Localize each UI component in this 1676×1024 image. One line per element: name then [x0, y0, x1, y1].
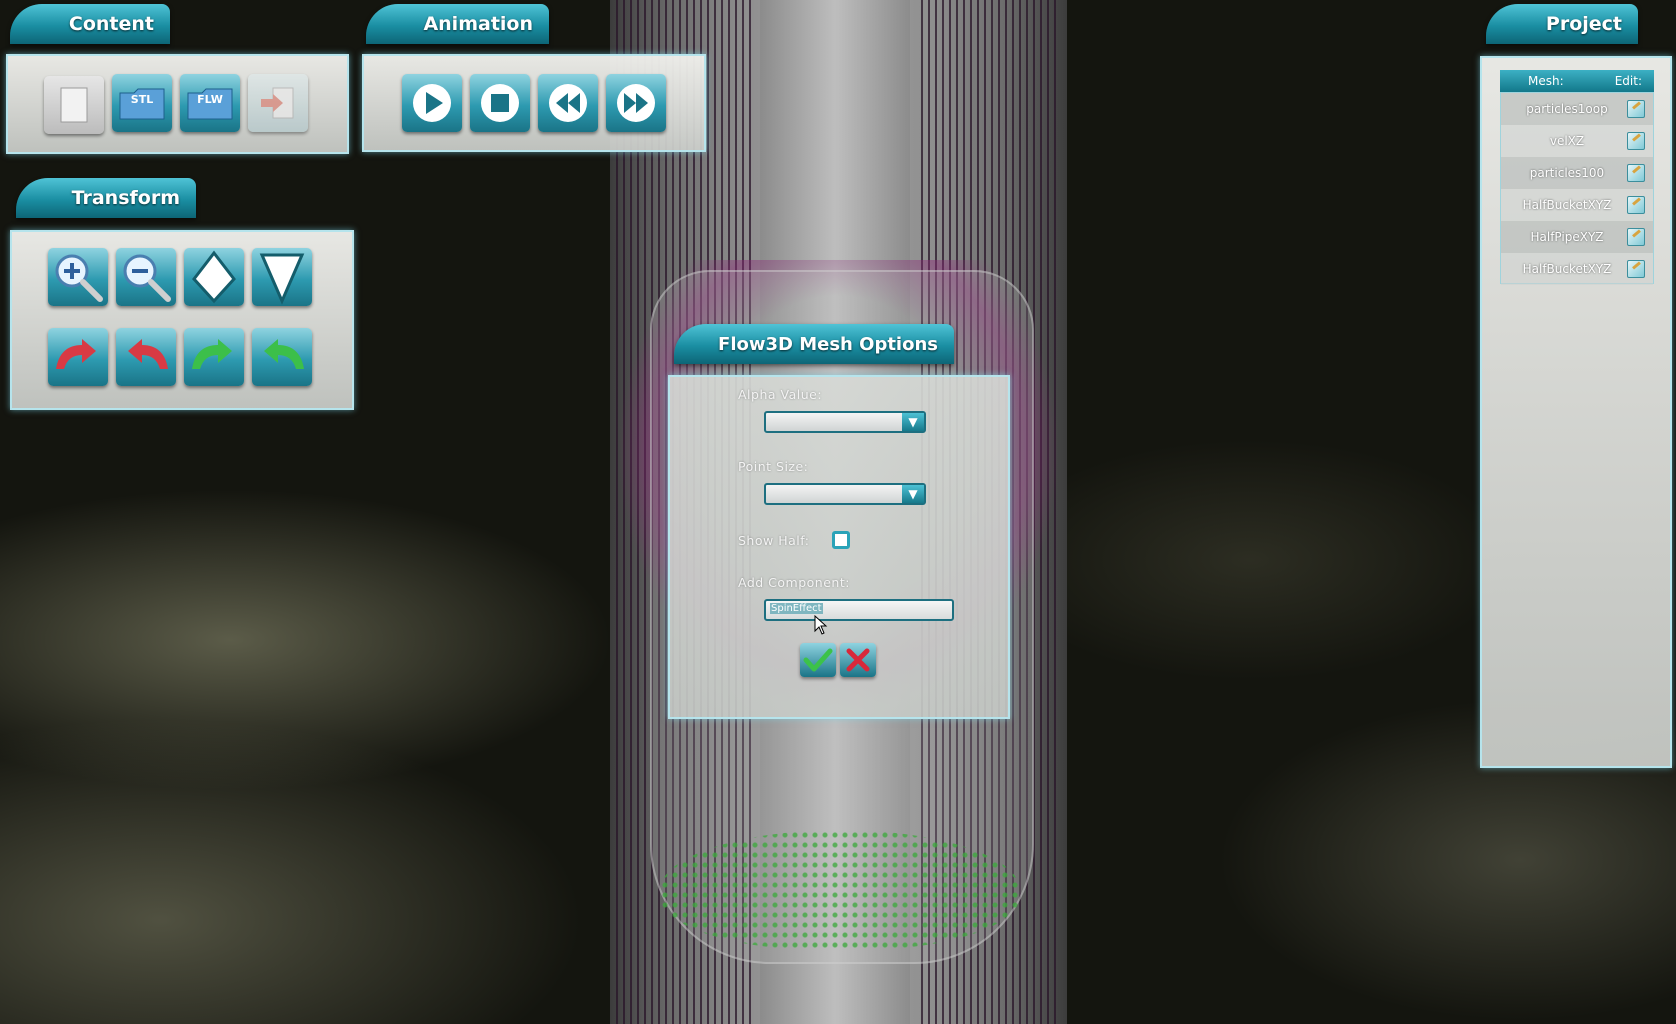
new-content-button[interactable] [44, 76, 104, 134]
zoom-in-button[interactable] [48, 248, 108, 306]
transform-panel [10, 230, 354, 410]
project-list-header: Mesh: Edit: [1500, 70, 1654, 92]
play-icon [413, 84, 451, 122]
rotate-right-red-button[interactable] [116, 328, 176, 386]
stop-button[interactable] [470, 74, 530, 132]
rewind-icon [549, 84, 587, 122]
fast-forward-button[interactable] [606, 74, 666, 132]
add-component-input[interactable]: SpinEffect [764, 599, 954, 621]
content-panel: STL FLW [6, 54, 349, 154]
mesh-name: HalfBucketXYZ [1522, 198, 1612, 212]
mesh-options-dialog: Alpha Value: ▼ Point Size: ▼ Show Half: … [668, 375, 1010, 719]
particle-cloud [660, 830, 1020, 950]
rewind-button[interactable] [538, 74, 598, 132]
alpha-value-label: Alpha Value: [738, 387, 823, 402]
content-panel-tab[interactable]: Content [10, 4, 170, 44]
edit-icon[interactable] [1627, 196, 1645, 214]
show-half-label: Show Half: [738, 533, 810, 548]
cancel-button[interactable] [840, 643, 876, 677]
rotate-left-green-button[interactable] [184, 328, 244, 386]
zoom-in-icon [55, 254, 103, 302]
confirm-button[interactable] [800, 643, 836, 677]
export-button[interactable] [248, 74, 308, 132]
edit-icon[interactable] [1627, 260, 1645, 278]
mouse-cursor-icon [814, 615, 828, 635]
transform-panel-tab[interactable]: Transform [16, 178, 196, 218]
rotate-left-red-icon [56, 339, 96, 369]
animation-panel [362, 54, 706, 152]
edit-icon[interactable] [1627, 100, 1645, 118]
check-icon [803, 648, 833, 672]
open-stl-folder-icon: STL [119, 88, 165, 120]
mesh-name: HalfBucketXYZ [1522, 262, 1612, 276]
point-size-dropdown[interactable]: ▼ [764, 483, 926, 505]
add-component-label: Add Component: [738, 575, 850, 590]
edit-icon[interactable] [1627, 132, 1645, 150]
export-icon [261, 87, 294, 119]
stl-label: STL [131, 93, 153, 106]
mesh-list-item[interactable]: HalfPipeXYZ [1501, 221, 1653, 253]
animation-panel-tab[interactable]: Animation [366, 4, 549, 44]
mesh-list-item[interactable]: HalfBucketXYZ [1501, 253, 1653, 285]
mesh-list: particles1oop velXZ particles100 HalfBuc… [1500, 92, 1654, 285]
edit-column-header: Edit: [1614, 74, 1642, 88]
move-down-button[interactable] [252, 248, 312, 306]
point-size-label: Point Size: [738, 459, 809, 474]
new-file-icon [60, 87, 88, 123]
project-panel-tab[interactable]: Project [1486, 4, 1638, 44]
mesh-name: HalfPipeXYZ [1530, 230, 1604, 244]
mesh-list-item[interactable]: particles1oop [1501, 93, 1653, 125]
zoom-out-button[interactable] [116, 248, 176, 306]
project-panel: Mesh: Edit: particles1oop velXZ particle… [1480, 56, 1672, 768]
close-icon [846, 648, 870, 672]
rotate-right-red-icon [128, 339, 168, 369]
chevron-down-icon[interactable]: ▼ [902, 485, 924, 503]
edit-icon[interactable] [1627, 228, 1645, 246]
show-half-checkbox[interactable] [832, 531, 850, 549]
stop-icon [481, 84, 519, 122]
mesh-name: particles100 [1529, 166, 1605, 180]
rotate-left-red-button[interactable] [48, 328, 108, 386]
move-up-button[interactable] [184, 248, 244, 306]
move-down-icon [259, 253, 305, 305]
fast-forward-icon [617, 84, 655, 122]
flw-label: FLW [197, 93, 223, 106]
mesh-options-dialog-tab[interactable]: Flow3D Mesh Options [674, 324, 954, 364]
rotate-right-green-icon [264, 339, 304, 369]
play-button[interactable] [402, 74, 462, 132]
mesh-list-item[interactable]: velXZ [1501, 125, 1653, 157]
load-stl-button[interactable]: STL [112, 74, 172, 132]
mesh-name: velXZ [1549, 134, 1585, 148]
alpha-value-dropdown[interactable]: ▼ [764, 411, 926, 433]
zoom-out-icon [123, 254, 171, 302]
mesh-list-item[interactable]: particles100 [1501, 157, 1653, 189]
mesh-list-item[interactable]: HalfBucketXYZ [1501, 189, 1653, 221]
mesh-column-header: Mesh: [1528, 74, 1564, 88]
move-up-icon [192, 250, 236, 304]
rotate-left-green-icon [192, 339, 232, 369]
load-flw-button[interactable]: FLW [180, 74, 240, 132]
chevron-down-icon[interactable]: ▼ [902, 413, 924, 431]
edit-icon[interactable] [1627, 164, 1645, 182]
mesh-name: particles1oop [1526, 102, 1608, 116]
rotate-right-green-button[interactable] [252, 328, 312, 386]
open-flw-folder-icon: FLW [187, 88, 233, 120]
add-component-value: SpinEffect [770, 603, 823, 614]
